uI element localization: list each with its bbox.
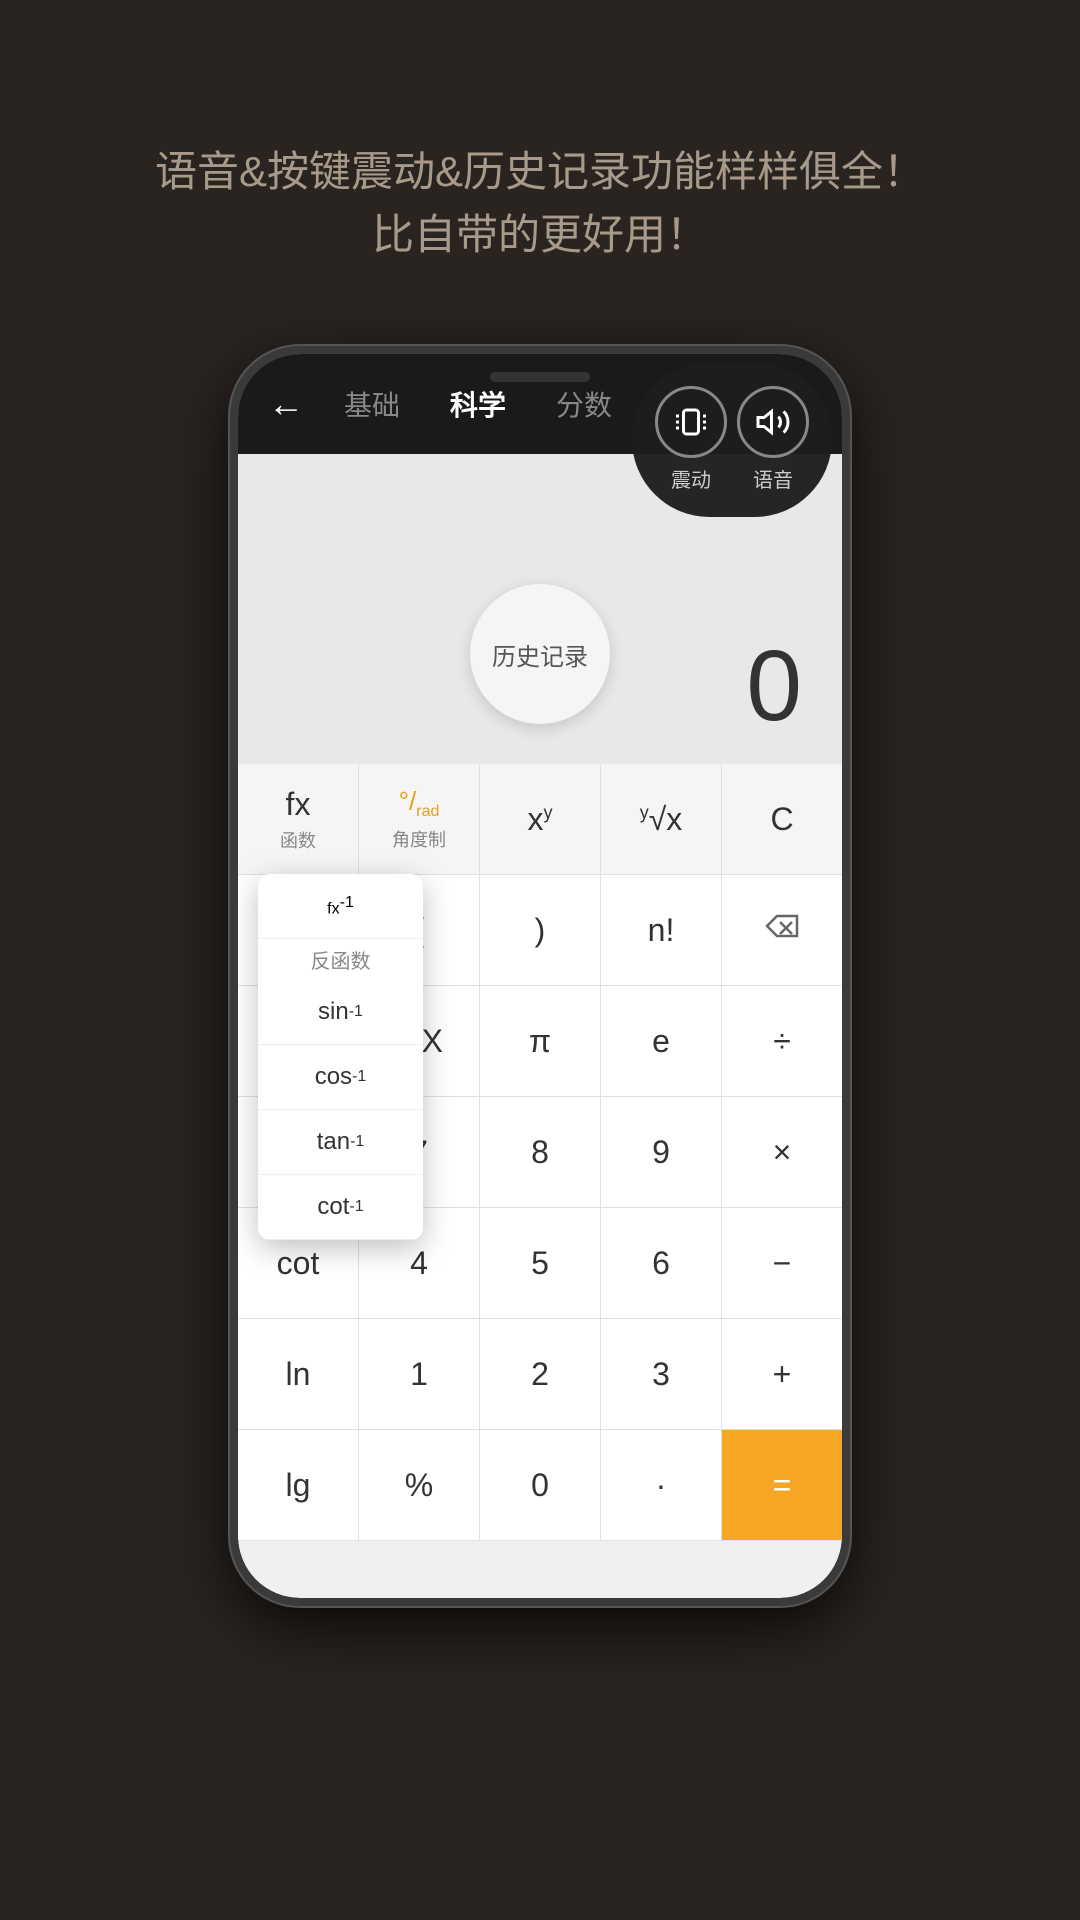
key-degree-sub: 角度制 — [392, 826, 446, 852]
vibrate-button[interactable]: 震动 — [655, 386, 727, 493]
header-description: 语音&按键震动&历史记录功能样样俱全！ 比自带的更好用！ — [0, 0, 1080, 326]
sound-icon-circle — [737, 386, 809, 458]
key-fx[interactable]: fx 函数 — [238, 764, 359, 874]
phone-device: ← 基础 科学 分数 — [230, 346, 850, 1606]
key-equals-main: = — [773, 1467, 792, 1504]
key-ln-main: ln — [286, 1356, 311, 1393]
key-add[interactable]: + — [722, 1319, 842, 1429]
popup-header-text: fx-1 — [327, 894, 354, 918]
key-decimal[interactable]: · — [601, 1430, 722, 1540]
key-6-main: 6 — [652, 1245, 670, 1282]
phone-volume-button — [230, 534, 234, 594]
key-divide-main: ÷ — [773, 1023, 791, 1060]
sound-label: 语音 — [753, 464, 793, 493]
tab-basic[interactable]: 基础 — [344, 384, 400, 424]
key-power[interactable]: xy — [480, 764, 601, 874]
key-backspace[interactable] — [722, 875, 842, 985]
key-3-main: 3 — [652, 1356, 670, 1393]
back-button[interactable]: ← — [268, 383, 304, 425]
key-6[interactable]: 6 — [601, 1208, 722, 1318]
key-lg-main: lg — [286, 1467, 311, 1504]
key-3[interactable]: 3 — [601, 1319, 722, 1429]
key-fx-sub: 函数 — [280, 827, 316, 853]
tab-fraction[interactable]: 分数 — [556, 384, 612, 424]
icons-popup: 震动 语音 — [632, 362, 832, 517]
key-euler[interactable]: e — [601, 986, 722, 1096]
key-close-paren-main: ) — [535, 912, 546, 949]
key-8-main: 8 — [531, 1134, 549, 1171]
top-navigation: ← 基础 科学 分数 — [238, 354, 842, 454]
key-multiply-main: × — [773, 1134, 792, 1171]
key-percent[interactable]: % — [359, 1430, 480, 1540]
key-5-main: 5 — [531, 1245, 549, 1282]
keyboard-row-6: ln 1 2 3 + — [238, 1319, 842, 1430]
key-0[interactable]: 0 — [480, 1430, 601, 1540]
key-factorial[interactable]: n! — [601, 875, 722, 985]
key-ln[interactable]: ln — [238, 1319, 359, 1429]
key-multiply[interactable]: × — [722, 1097, 842, 1207]
key-cot-main: cot — [277, 1245, 320, 1282]
key-close-paren[interactable]: ) — [480, 875, 601, 985]
key-decimal-main: · — [656, 1467, 667, 1504]
key-fx-main: fx — [286, 786, 311, 823]
popup-header-sublabel: 反函数 — [258, 939, 423, 980]
history-button-label: 历史记录 — [492, 637, 588, 672]
app-screen: ← 基础 科学 分数 — [238, 354, 842, 1598]
key-8[interactable]: 8 — [480, 1097, 601, 1207]
key-euler-main: e — [652, 1023, 670, 1060]
key-2-main: 2 — [531, 1356, 549, 1393]
key-percent-main: % — [405, 1467, 433, 1504]
vibrate-label: 震动 — [671, 464, 711, 493]
key-divide[interactable]: ÷ — [722, 986, 842, 1096]
keyboard-row-1: fx 函数 °/rad 角度制 xy y√x — [238, 764, 842, 875]
key-subtract[interactable]: − — [722, 1208, 842, 1318]
tab-science[interactable]: 科学 — [450, 384, 506, 424]
history-button[interactable]: 历史记录 — [470, 584, 610, 724]
key-clear-main: C — [770, 801, 793, 838]
vibrate-icon-circle — [655, 386, 727, 458]
key-clear[interactable]: C — [722, 764, 842, 874]
key-5[interactable]: 5 — [480, 1208, 601, 1318]
popup-item-sin-inv[interactable]: sin-1 — [258, 980, 423, 1045]
display-number: 0 — [746, 629, 802, 744]
key-pi[interactable]: π — [480, 986, 601, 1096]
key-backspace-icon — [762, 911, 802, 949]
popup-item-tan-inv[interactable]: tan-1 — [258, 1110, 423, 1175]
key-power-main: xy — [528, 801, 553, 838]
key-factorial-main: n! — [648, 912, 675, 949]
keyboard-row-7: lg % 0 · = — [238, 1430, 842, 1541]
key-degree[interactable]: °/rad 角度制 — [359, 764, 480, 874]
key-9[interactable]: 9 — [601, 1097, 722, 1207]
sound-button[interactable]: 语音 — [737, 386, 809, 493]
key-1-main: 1 — [410, 1356, 428, 1393]
key-pi-main: π — [529, 1023, 551, 1060]
header-line1: 语音&按键震动&历史记录功能样样俱全！ — [80, 140, 1000, 203]
popup-item-cos-inv[interactable]: cos-1 — [258, 1045, 423, 1110]
key-equals[interactable]: = — [722, 1430, 842, 1540]
key-subtract-main: − — [773, 1245, 792, 1282]
key-1[interactable]: 1 — [359, 1319, 480, 1429]
key-4-main: 4 — [410, 1245, 428, 1282]
header-line2: 比自带的更好用！ — [80, 203, 1000, 266]
key-2[interactable]: 2 — [480, 1319, 601, 1429]
key-add-main: + — [773, 1356, 792, 1393]
key-nthroot[interactable]: y√x — [601, 764, 722, 874]
popup-item-cot-inv[interactable]: cot-1 — [258, 1175, 423, 1240]
key-degree-main: °/rad — [399, 786, 440, 821]
key-lg[interactable]: lg — [238, 1430, 359, 1540]
popup-header: fx-1 — [258, 874, 423, 939]
function-popup-menu: fx-1 反函数 sin-1 cos-1 tan-1 cot-1 — [258, 874, 423, 1240]
key-0-main: 0 — [531, 1467, 549, 1504]
phone-speaker — [490, 372, 590, 382]
phone-power-button — [846, 504, 850, 604]
key-nthroot-main: y√x — [640, 801, 683, 838]
key-9-main: 9 — [652, 1134, 670, 1171]
